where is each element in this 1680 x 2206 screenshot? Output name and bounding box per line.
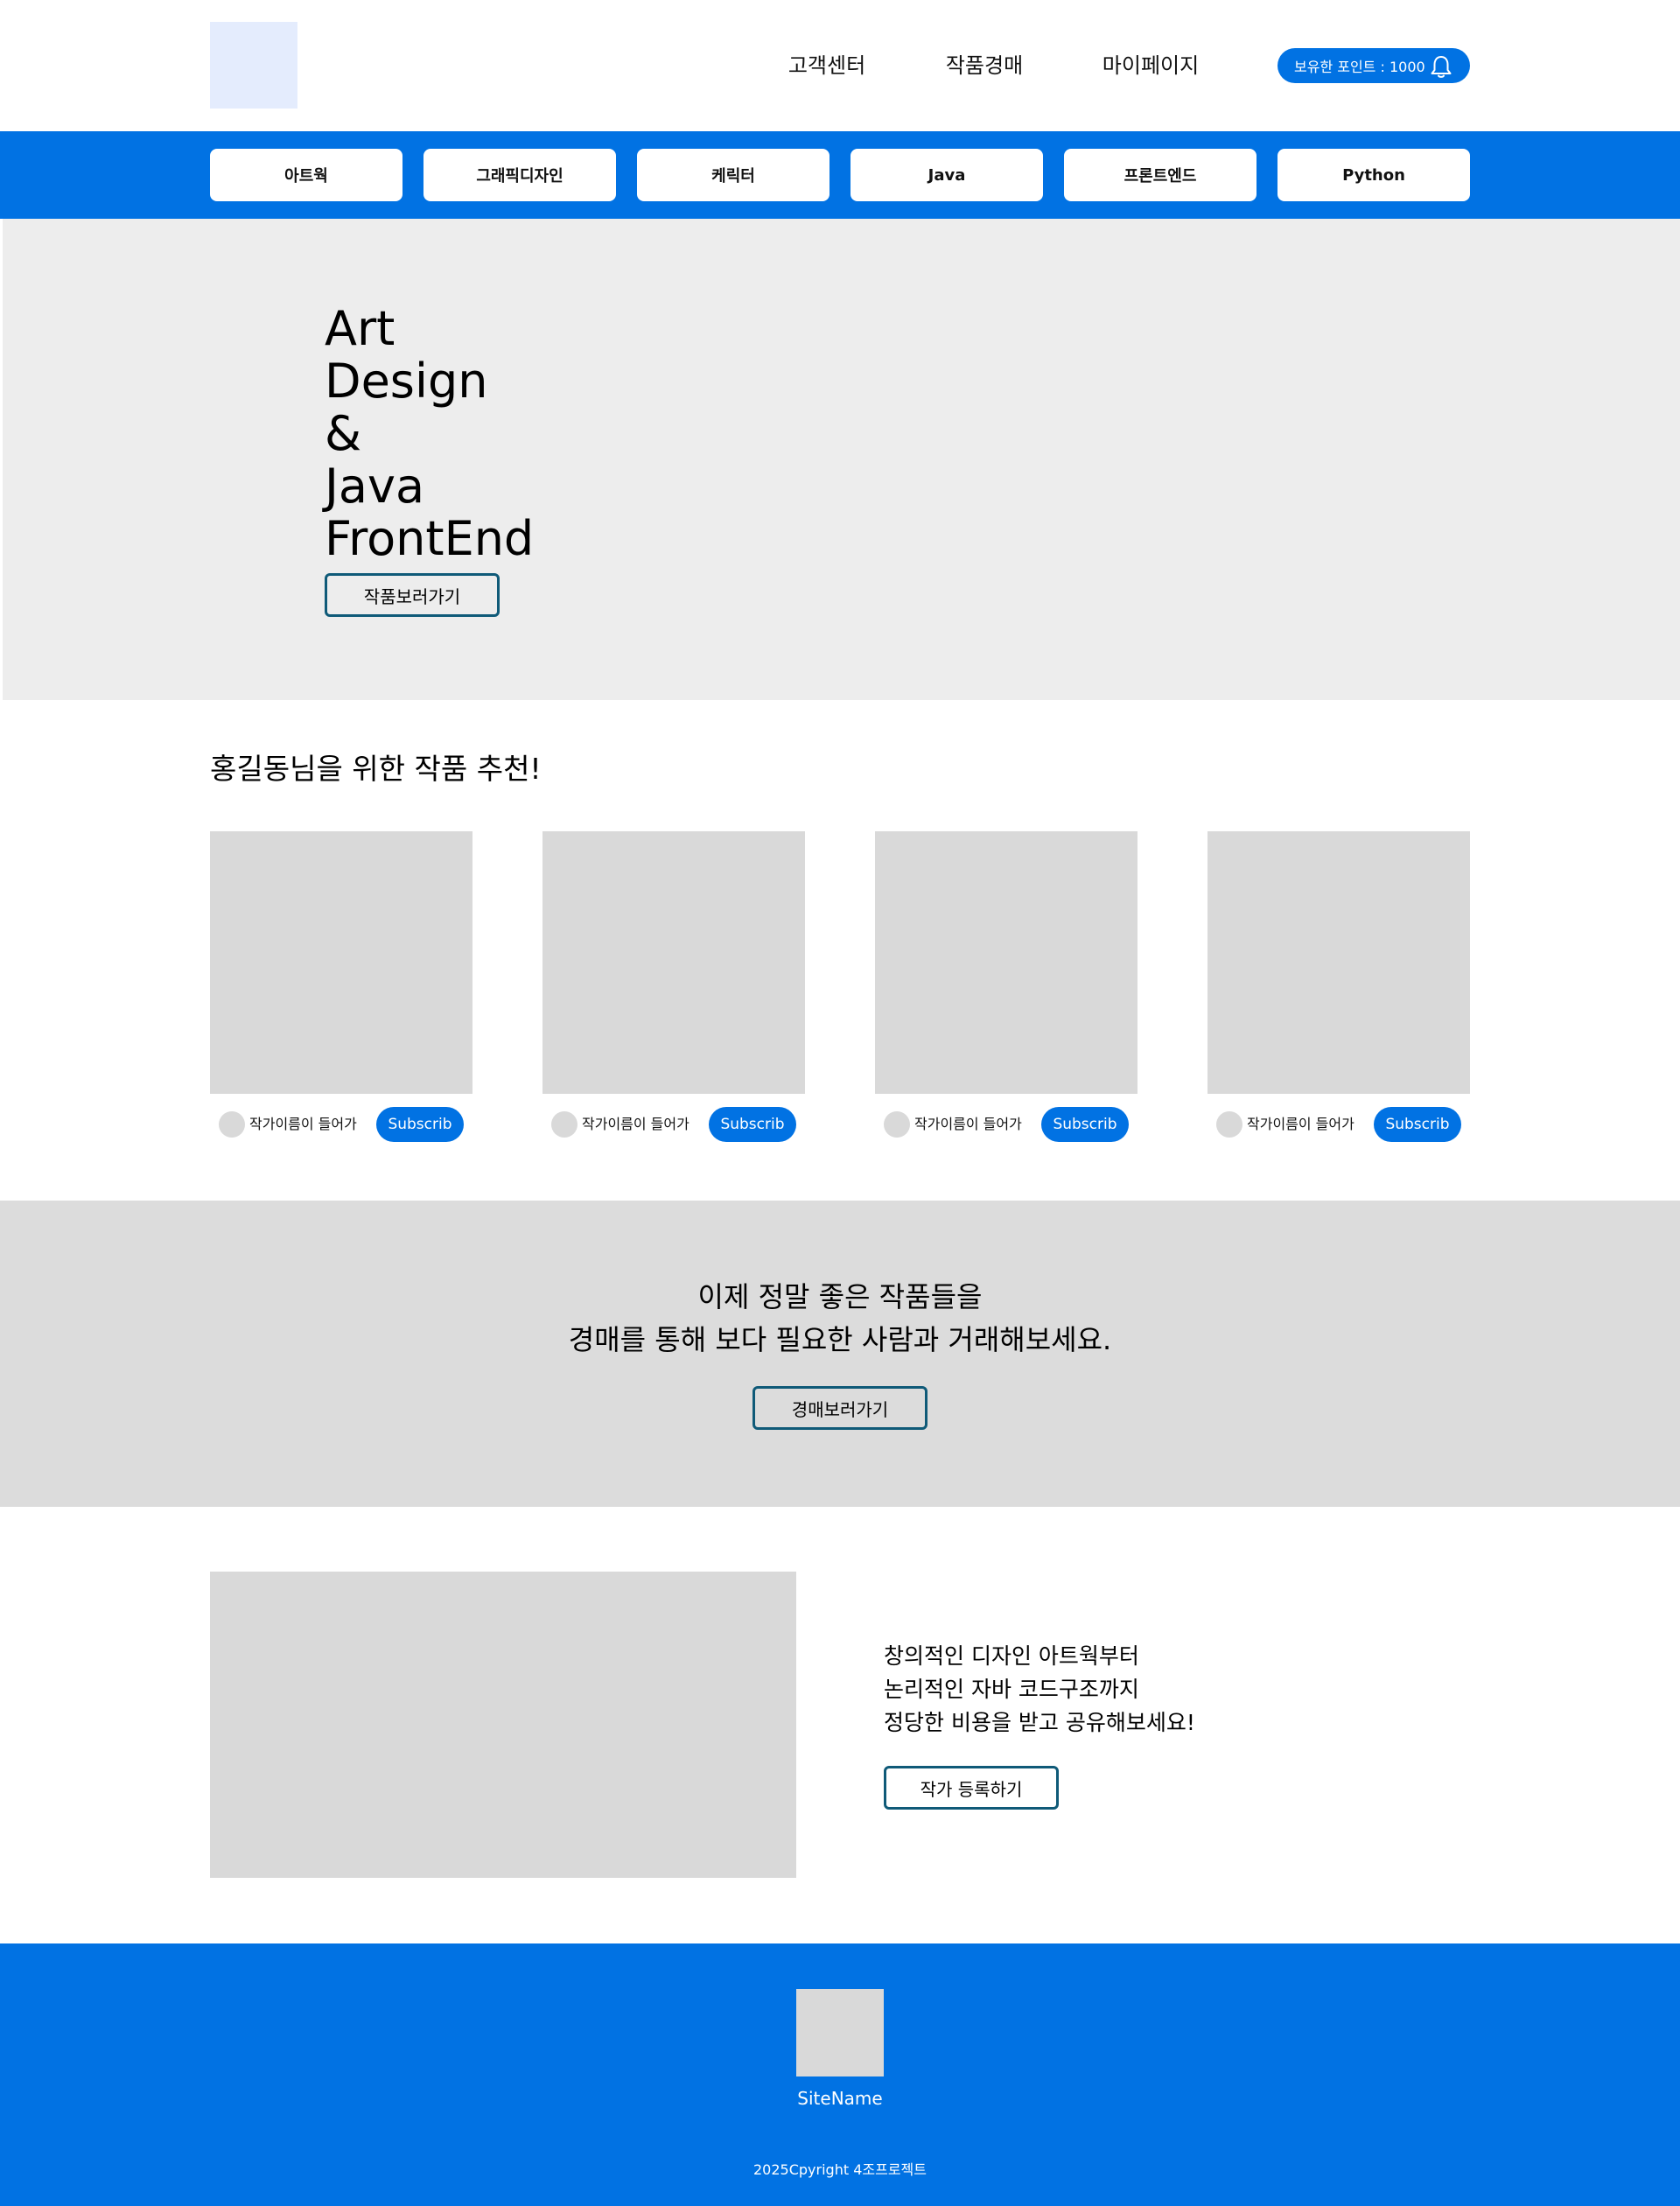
hero-title-line: FrontEnd: [325, 511, 535, 566]
hero-section: [3, 219, 1680, 700]
artwork-thumbnail[interactable]: [210, 831, 472, 1094]
author-name: 작가이름이 들어가: [249, 1116, 357, 1132]
promo-text-line: 정당한 비용을 받고 공유해보세요!: [884, 1710, 1195, 1735]
subscribe-button[interactable]: Subscrib: [1374, 1107, 1461, 1142]
promo-text-line: 논리적인 자바 코드구조까지: [884, 1677, 1139, 1702]
points-label: 보유한 포인트 : 1000: [1294, 59, 1425, 75]
subscribe-button[interactable]: Subscrib: [709, 1107, 796, 1142]
artwork-thumbnail[interactable]: [1208, 831, 1470, 1094]
category-python[interactable]: Python: [1278, 149, 1470, 201]
artwork-thumbnail[interactable]: [875, 831, 1138, 1094]
view-artworks-button[interactable]: 작품보러가기: [325, 573, 500, 617]
nav-my-page[interactable]: 마이페이지: [1094, 48, 1208, 83]
register-artist-button[interactable]: 작가 등록하기: [884, 1766, 1059, 1810]
site-logo[interactable]: [210, 22, 298, 109]
author-avatar: [551, 1111, 578, 1138]
auction-subheadline: 경매를 통해 보다 필요한 사람과 거래해보세요.: [568, 1323, 1112, 1356]
author-name: 작가이름이 들어가: [582, 1116, 690, 1132]
category-frontend[interactable]: 프론트엔드: [1064, 149, 1256, 201]
author-avatar: [219, 1111, 245, 1138]
author-name: 작가이름이 들어가: [914, 1116, 1022, 1132]
nav-artwork-auction[interactable]: 작품경매: [928, 48, 1041, 83]
recommendation-title: 홍길동님을 위한 작품 추천!: [210, 752, 542, 786]
hero-title-line: &: [325, 406, 362, 461]
author-name: 작가이름이 들어가: [1247, 1116, 1354, 1132]
author-avatar: [1216, 1111, 1242, 1138]
category-java[interactable]: Java: [850, 149, 1043, 201]
category-graphic-design[interactable]: 그래픽디자인: [424, 149, 616, 201]
auction-headline: 이제 정말 좋은 작품들을: [697, 1280, 983, 1313]
author-avatar: [884, 1111, 910, 1138]
hero-title-line: Design: [325, 354, 488, 409]
hero-title-line: Java: [325, 459, 425, 514]
view-auction-button[interactable]: 경매보러가기: [752, 1386, 928, 1430]
category-character[interactable]: 케릭터: [637, 149, 830, 201]
category-artwork[interactable]: 아트웍: [210, 149, 402, 201]
footer-site-name: SiteName: [797, 2088, 883, 2109]
nav-customer-center[interactable]: 고객센터: [770, 48, 884, 83]
promo-text-line: 창의적인 디자인 아트웍부터: [884, 1643, 1139, 1669]
hero-title-line: Art: [325, 301, 396, 356]
footer-copyright: 2025Cpyright 4조프로젝트: [753, 2161, 927, 2178]
subscribe-button[interactable]: Subscrib: [376, 1107, 464, 1142]
points-badge[interactable]: 보유한 포인트 : 1000: [1278, 48, 1470, 83]
artwork-thumbnail[interactable]: [542, 831, 805, 1094]
footer-logo[interactable]: [796, 1989, 884, 2076]
promo-image: [210, 1572, 796, 1878]
subscribe-button[interactable]: Subscrib: [1041, 1107, 1129, 1142]
bell-icon[interactable]: [1428, 53, 1454, 80]
